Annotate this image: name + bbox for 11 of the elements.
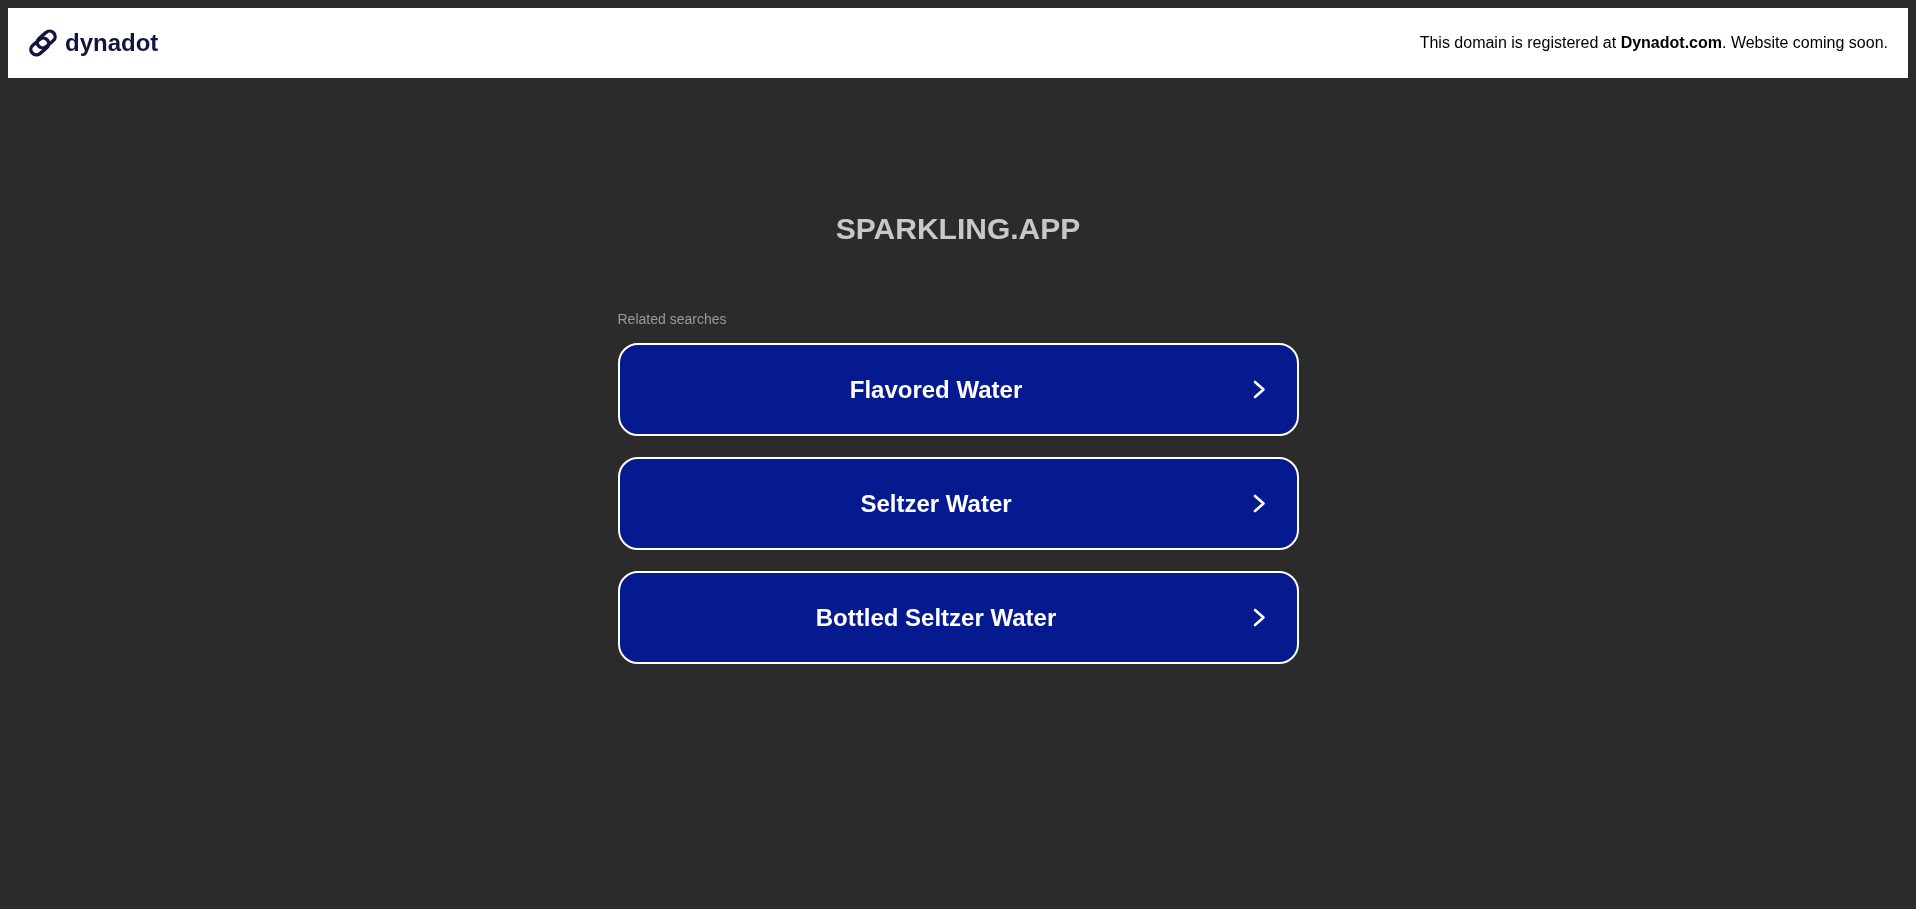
registration-notice: This domain is registered at Dynadot.com. Website coming soon. [1419,33,1888,53]
chevron-right-icon [1252,608,1266,627]
chevron-right-icon [1252,380,1266,399]
related-search-link[interactable]: Bottled Seltzer Water [617,571,1299,664]
chain-link-logo-icon [28,28,58,58]
domain-title: SPARKLING.APP [835,211,1081,247]
chevron-right-icon [1252,494,1266,513]
related-search-link[interactable]: Seltzer Water [617,457,1299,550]
logo-text: dynadot [65,31,159,55]
related-search-link[interactable]: Flavored Water [617,343,1299,436]
related-searches-label: Related searches [617,311,727,327]
